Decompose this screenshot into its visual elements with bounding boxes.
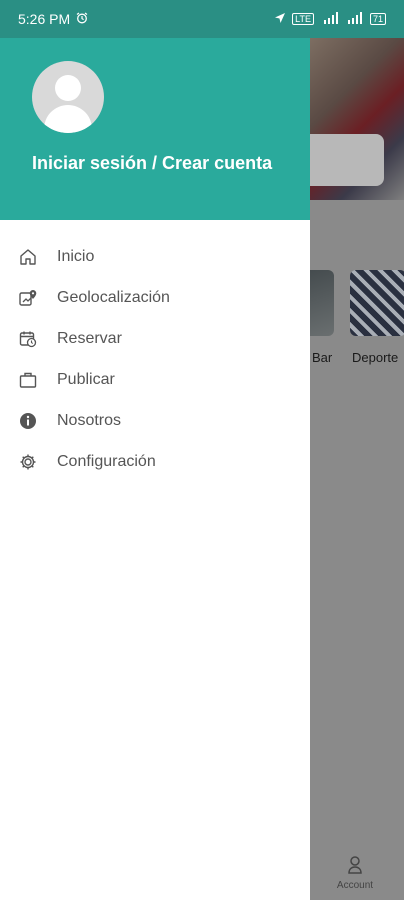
category-label: Bar — [312, 350, 333, 365]
menu-item-label: Inicio — [57, 247, 95, 265]
menu-item-label: Nosotros — [57, 411, 122, 429]
menu-item-label: Reservar — [57, 329, 122, 347]
drawer-menu: Inicio Geolocalización Reservar Publicar… — [0, 220, 310, 482]
menu-item-label: Geolocalización — [57, 288, 170, 306]
gear-icon — [18, 452, 38, 472]
menu-item-configuracion[interactable]: Configuración — [0, 441, 310, 482]
menu-item-label: Publicar — [57, 370, 115, 388]
menu-item-inicio[interactable]: Inicio — [0, 236, 310, 277]
signal-4g-icon — [320, 11, 340, 27]
status-bar: 5:26 PM LTE 71 — [0, 0, 404, 38]
menu-item-label: Configuración — [57, 452, 156, 470]
category-image-deporte — [350, 270, 404, 336]
map-pin-icon — [18, 288, 38, 308]
menu-item-geolocalizacion[interactable]: Geolocalización — [0, 277, 310, 318]
person-icon — [348, 856, 362, 874]
menu-item-nosotros[interactable]: Nosotros — [0, 400, 310, 441]
briefcase-icon — [18, 370, 38, 390]
home-icon — [18, 247, 38, 267]
battery-icon: 71 — [369, 13, 386, 25]
alarm-icon — [76, 11, 88, 27]
bottom-nav-account: Account — [320, 856, 390, 891]
location-arrow-icon — [274, 12, 286, 27]
menu-item-reservar[interactable]: Reservar — [0, 318, 310, 359]
drawer-header: Iniciar sesión / Crear cuenta — [0, 38, 310, 220]
category-label: Deporte — [352, 350, 399, 365]
calendar-clock-icon — [18, 329, 38, 349]
avatar[interactable] — [32, 61, 104, 133]
battery-level: 71 — [372, 14, 383, 24]
info-icon — [18, 411, 38, 431]
search-box-background — [310, 134, 384, 186]
lte-badge: LTE — [292, 13, 314, 25]
login-signup-link[interactable]: Iniciar sesión / Crear cuenta — [32, 152, 282, 175]
navigation-drawer: Iniciar sesión / Crear cuenta Inicio Geo… — [0, 38, 310, 900]
account-label: Account — [336, 880, 374, 891]
signal-icon — [346, 11, 364, 27]
status-time: 5:26 PM — [18, 11, 71, 27]
menu-item-publicar[interactable]: Publicar — [0, 359, 310, 400]
